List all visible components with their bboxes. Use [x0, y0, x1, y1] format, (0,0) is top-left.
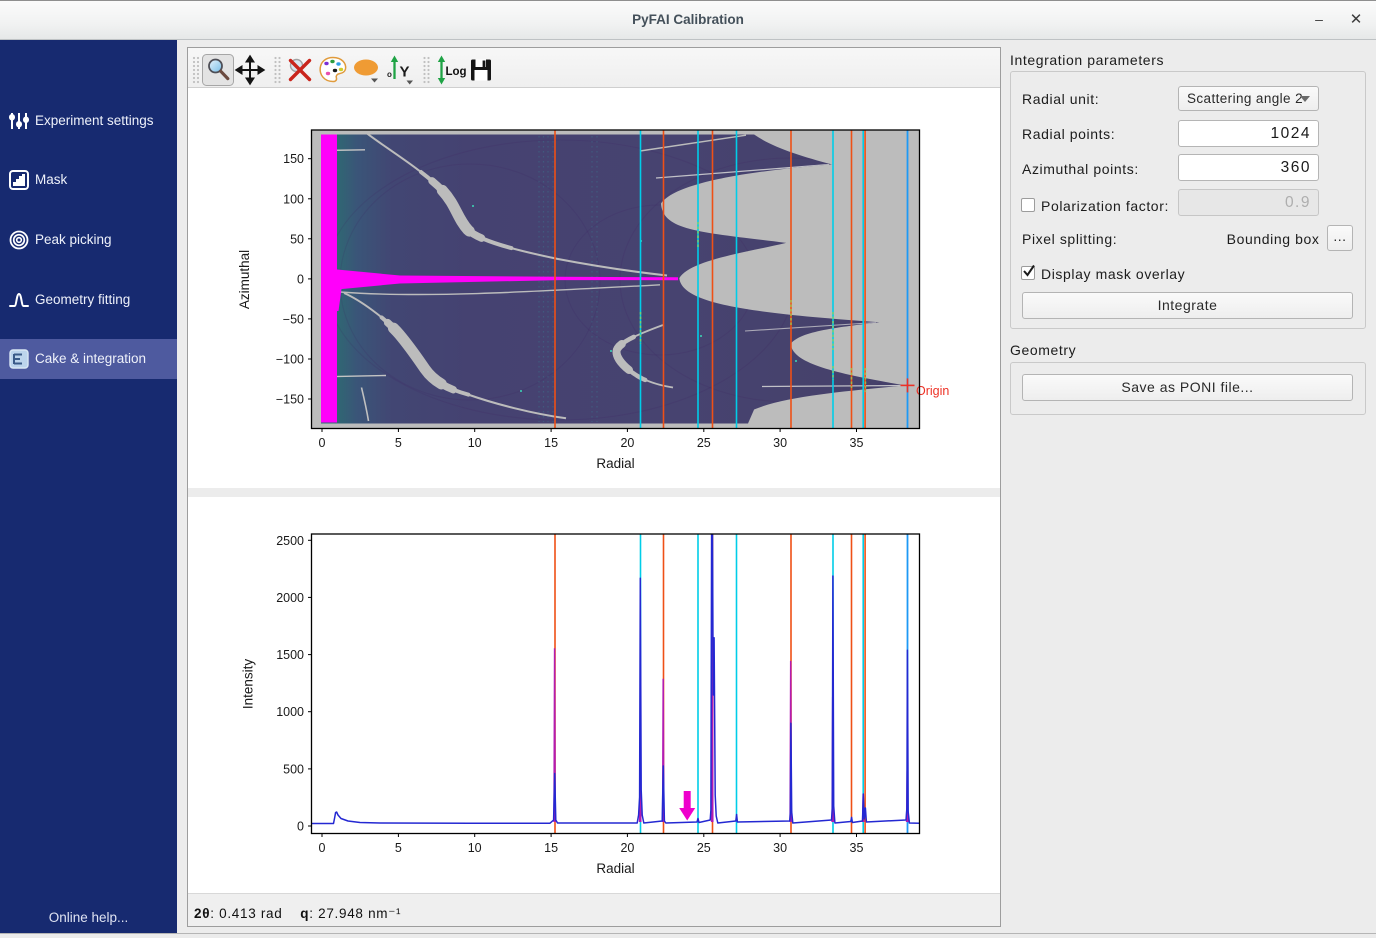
- svg-text:20: 20: [620, 436, 634, 450]
- svg-text:−50: −50: [283, 312, 304, 326]
- svg-text:0: 0: [297, 272, 304, 286]
- svg-text:Radial: Radial: [596, 861, 634, 876]
- svg-text:2000: 2000: [276, 591, 304, 605]
- svg-text:2500: 2500: [276, 534, 304, 548]
- svg-text:5: 5: [395, 841, 402, 855]
- svg-text:20: 20: [620, 841, 634, 855]
- svg-text:−100: −100: [276, 353, 304, 367]
- svg-text:50: 50: [290, 232, 304, 246]
- svg-text:1000: 1000: [276, 705, 304, 719]
- svg-text:10: 10: [468, 436, 482, 450]
- svg-text:30: 30: [773, 841, 787, 855]
- svg-text:10: 10: [468, 841, 482, 855]
- svg-text:25: 25: [697, 841, 711, 855]
- svg-text:0: 0: [319, 841, 326, 855]
- svg-text:o: o: [387, 70, 392, 79]
- svg-text:150: 150: [283, 152, 304, 166]
- svg-text:35: 35: [850, 841, 864, 855]
- svg-text:1500: 1500: [276, 648, 304, 662]
- svg-text:500: 500: [283, 762, 304, 776]
- svg-text:Log: Log: [446, 66, 467, 78]
- svg-text:0: 0: [319, 436, 326, 450]
- svg-text:Radial: Radial: [596, 456, 634, 471]
- svg-text:15: 15: [544, 841, 558, 855]
- svg-text:0: 0: [297, 820, 304, 834]
- svg-text:Origin: Origin: [916, 384, 949, 398]
- svg-text:35: 35: [850, 436, 864, 450]
- svg-text:100: 100: [283, 192, 304, 206]
- svg-text:Y: Y: [400, 64, 410, 81]
- svg-text:25: 25: [697, 436, 711, 450]
- svg-text:15: 15: [544, 436, 558, 450]
- svg-text:5: 5: [395, 436, 402, 450]
- svg-text:−150: −150: [276, 393, 304, 407]
- svg-text:30: 30: [773, 436, 787, 450]
- svg-text:Azimuthal: Azimuthal: [237, 250, 252, 309]
- svg-text:Intensity: Intensity: [241, 659, 256, 710]
